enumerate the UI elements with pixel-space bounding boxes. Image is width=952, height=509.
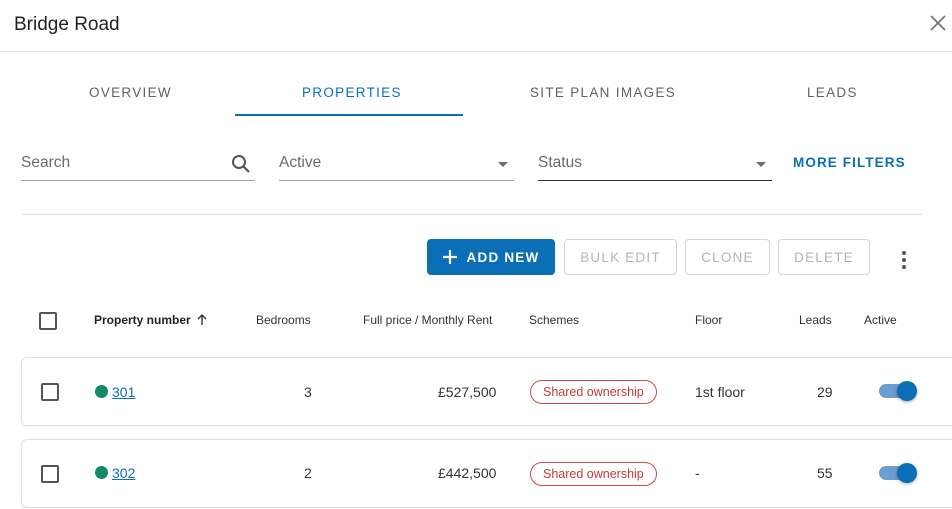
chevron-down-icon — [756, 162, 766, 167]
scheme-badge: Shared ownership — [530, 380, 657, 404]
property-number-link[interactable]: 302 — [112, 465, 135, 481]
clone-button[interactable]: CLONE — [685, 239, 770, 275]
status-dot — [95, 466, 108, 479]
chevron-down-icon — [498, 162, 508, 167]
divider — [21, 214, 922, 215]
tab-leads[interactable]: LEADS — [807, 85, 858, 100]
table-row[interactable]: 302 2 £442,500 Shared ownership - 55 — [21, 439, 952, 508]
leads-cell: 55 — [817, 465, 833, 481]
search-input[interactable]: Search — [21, 145, 255, 181]
plus-icon — [442, 250, 457, 264]
column-header-schemes: Schemes — [529, 313, 580, 327]
tab-overview[interactable]: OVERVIEW — [89, 85, 172, 100]
row-checkbox[interactable] — [41, 383, 59, 401]
row-checkbox[interactable] — [41, 465, 59, 483]
price-cell: £442,500 — [438, 465, 497, 481]
property-number-link[interactable]: 301 — [112, 384, 135, 400]
active-tab-indicator — [235, 114, 463, 116]
active-toggle[interactable] — [879, 380, 917, 402]
search-icon[interactable] — [231, 154, 251, 174]
floor-cell: - — [695, 465, 700, 481]
bedrooms-cell: 3 — [304, 384, 312, 400]
active-toggle[interactable] — [879, 462, 917, 484]
delete-button[interactable]: DELETE — [778, 239, 870, 275]
column-header-floor: Floor — [695, 313, 723, 327]
status-select-placeholder: Status — [538, 154, 582, 171]
column-header-bedrooms: Bedrooms — [256, 313, 311, 327]
floor-cell: 1st floor — [695, 384, 745, 400]
tab-properties[interactable]: PROPERTIES — [302, 85, 402, 100]
status-select[interactable]: Status — [538, 145, 772, 181]
add-new-button[interactable]: ADD NEW — [427, 239, 555, 275]
scheme-badge: Shared ownership — [530, 462, 657, 486]
table-row[interactable]: 301 3 £527,500 Shared ownership 1st floo… — [21, 357, 952, 426]
tab-site-plan-images[interactable]: SITE PLAN IMAGES — [530, 85, 676, 100]
column-header-active: Active — [864, 313, 897, 327]
close-icon[interactable] — [929, 14, 947, 32]
search-placeholder: Search — [21, 154, 71, 171]
tab-bar: OVERVIEW PROPERTIES SITE PLAN IMAGES LEA… — [0, 52, 952, 116]
add-new-label: ADD NEW — [466, 249, 540, 265]
column-header-price: Full price / Monthly Rent — [363, 313, 493, 327]
column-header-property-number[interactable]: Property number — [94, 313, 208, 327]
active-select-value: Active — [279, 154, 322, 171]
bulk-edit-button[interactable]: BULK EDIT — [564, 239, 677, 275]
status-dot — [95, 385, 108, 398]
price-cell: £527,500 — [438, 384, 497, 400]
more-options-icon[interactable] — [897, 249, 911, 271]
select-all-checkbox[interactable] — [39, 312, 57, 330]
active-select[interactable]: Active — [279, 145, 514, 181]
column-header-leads: Leads — [799, 313, 832, 327]
leads-cell: 29 — [817, 384, 833, 400]
bedrooms-cell: 2 — [304, 465, 312, 481]
dialog-header: Bridge Road — [0, 0, 952, 52]
more-filters-button[interactable]: MORE FILTERS — [793, 155, 906, 170]
sort-ascending-icon — [197, 314, 207, 325]
page-title: Bridge Road — [14, 14, 120, 35]
